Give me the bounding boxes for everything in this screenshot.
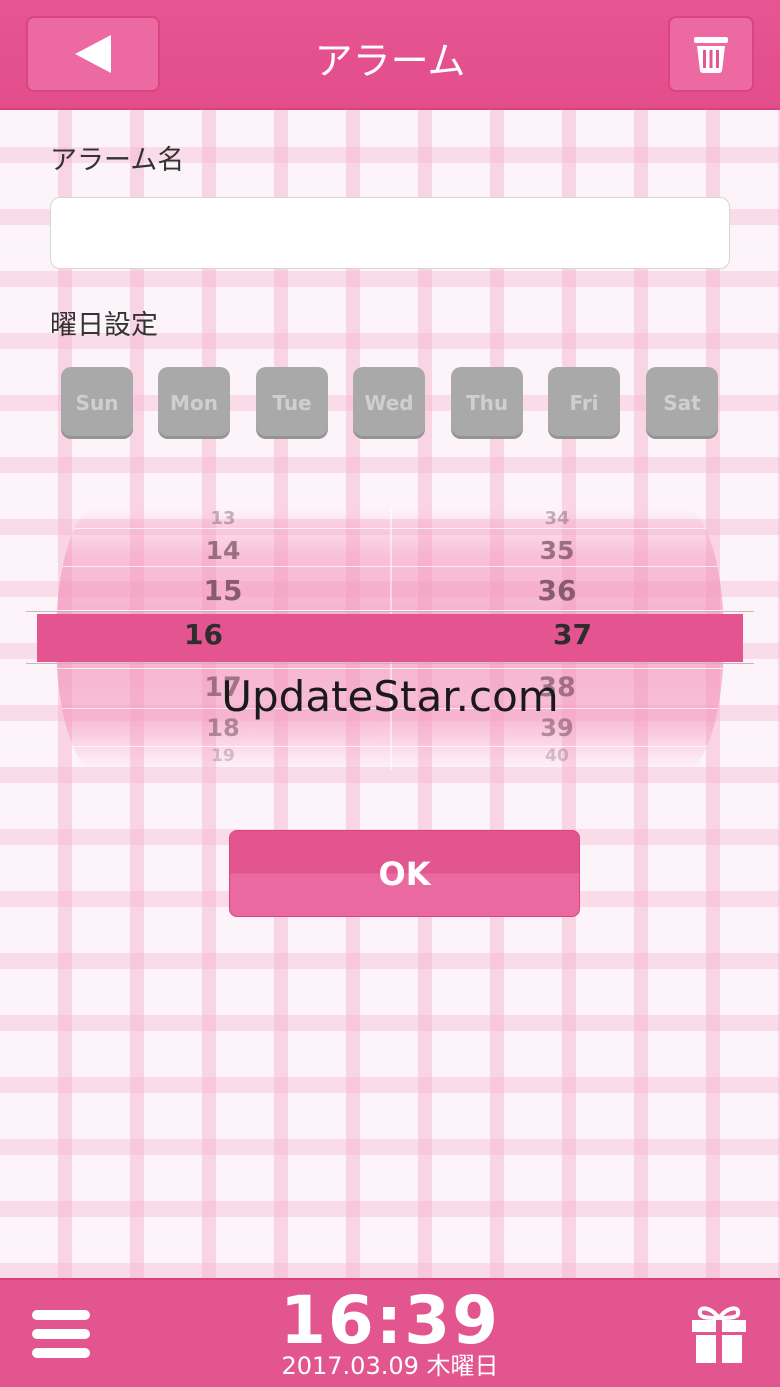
- minute-option: 40: [545, 746, 569, 766]
- header-bar: アラーム: [0, 0, 780, 110]
- day-button-mon[interactable]: Mon: [158, 367, 230, 439]
- gift-icon[interactable]: [690, 1302, 748, 1364]
- hour-option: 15: [203, 574, 243, 607]
- page-title: アラーム: [314, 39, 466, 83]
- delete-button[interactable]: [668, 16, 754, 92]
- selection-line-top: [26, 611, 754, 612]
- watermark-text: UpdateStar.com: [221, 672, 559, 721]
- day-button-fri[interactable]: Fri: [548, 367, 620, 439]
- day-setting-label: 曜日設定: [50, 310, 158, 341]
- day-button-sat[interactable]: Sat: [646, 367, 718, 439]
- trash-icon: [694, 37, 728, 73]
- minute-option: 34: [544, 508, 570, 529]
- hour-option: 13: [210, 508, 236, 529]
- alarm-name-input[interactable]: [50, 197, 730, 269]
- ok-button[interactable]: OK: [229, 830, 580, 917]
- day-button-tue[interactable]: Tue: [256, 367, 328, 439]
- day-button-sun[interactable]: Sun: [61, 367, 133, 439]
- current-date: 2017.03.09 木曜日: [281, 1352, 499, 1380]
- selection-line-bottom: [26, 663, 754, 664]
- minute-option: 36: [537, 574, 577, 607]
- selected-hour: 16: [184, 618, 223, 651]
- day-selector: Sun Mon Tue Wed Thu Fri Sat: [61, 367, 721, 439]
- picker-selection-band: [37, 614, 743, 662]
- alarm-name-label: アラーム名: [50, 145, 185, 176]
- minute-option: 35: [539, 536, 575, 565]
- day-button-wed[interactable]: Wed: [353, 367, 425, 439]
- hour-option: 19: [211, 746, 235, 766]
- footer-bar: 16:39 2017.03.09 木曜日: [0, 1278, 780, 1387]
- selected-minute: 37: [553, 618, 592, 651]
- day-button-thu[interactable]: Thu: [451, 367, 523, 439]
- hour-option: 14: [205, 536, 241, 565]
